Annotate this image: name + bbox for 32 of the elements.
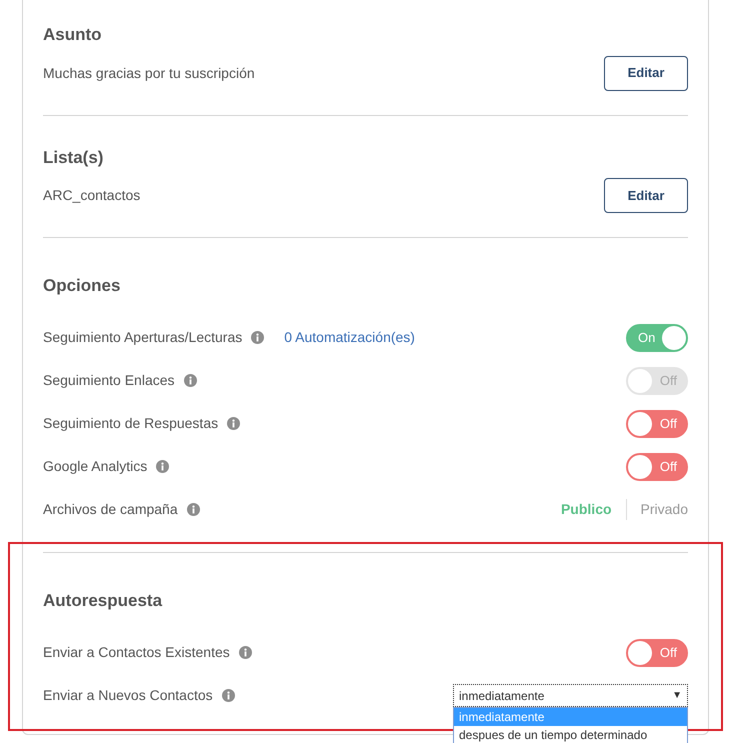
automation-link[interactable]: 0 Automatización(es): [284, 327, 415, 348]
option-label: Seguimiento Aperturas/Lecturas: [43, 328, 242, 347]
section-title: Asunto: [43, 24, 103, 46]
dropdown-select[interactable]: inmediatamente ▼: [453, 684, 688, 707]
option-label: Archivos de campaña: [43, 500, 178, 519]
info-icon: [222, 689, 235, 702]
option-label: Seguimiento de Respuestas: [43, 414, 218, 433]
section-value: ARC_contactos: [43, 186, 140, 205]
info-icon: [251, 331, 264, 344]
option-label: Seguimiento Enlaces: [43, 371, 175, 390]
toggle-switch[interactable]: Off: [626, 452, 688, 480]
edit-button[interactable]: Editar: [604, 56, 688, 90]
info-icon: [227, 417, 240, 430]
section-title: Lista(s): [43, 146, 104, 168]
segment-option[interactable]: Publico: [546, 499, 626, 520]
info-icon: [186, 503, 200, 516]
dropdown-option[interactable]: despues de un tiempo determinado: [454, 726, 687, 743]
option-label: Google Analytics: [43, 457, 148, 476]
option-label: Enviar a Nuevos Contactos: [43, 686, 213, 705]
info-icon: [184, 374, 197, 387]
info-icon: [238, 646, 252, 659]
section-title: Opciones: [43, 275, 122, 297]
section-value: Muchas gracias por tu suscripción: [43, 64, 255, 83]
toggle-switch[interactable]: Off: [626, 410, 688, 438]
info-icon: [156, 460, 170, 473]
dropdown-option[interactable]: inmediatamente: [454, 708, 687, 726]
section-title: Autorespuesta: [43, 590, 164, 612]
edit-button[interactable]: Editar: [604, 178, 688, 213]
option-label: Enviar a Contactos Existentes: [43, 643, 230, 662]
segment-option[interactable]: Privado: [626, 499, 688, 520]
toggle-switch[interactable]: Off: [626, 638, 688, 666]
toggle-switch[interactable]: On: [626, 324, 688, 352]
